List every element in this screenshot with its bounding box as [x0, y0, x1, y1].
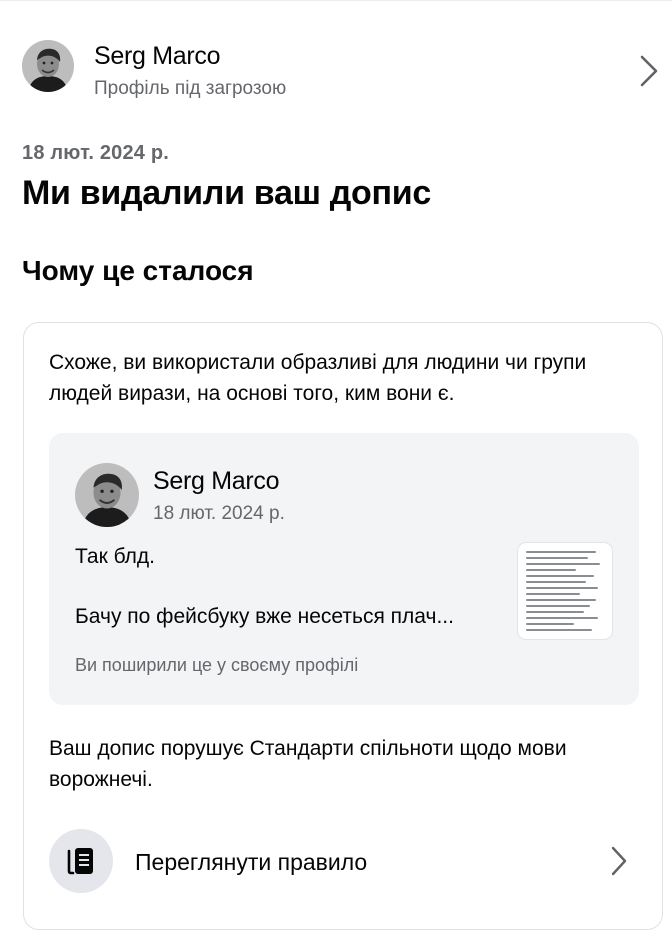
- profile-name: Serg Marco: [94, 42, 221, 70]
- reason-description: Схоже, ви використали образливі для люди…: [49, 351, 587, 405]
- post-author: Serg Marco: [153, 467, 280, 495]
- post-text-line2: Бачу по фейсбуку вже несеться плач...: [75, 605, 454, 628]
- reason-heading: Чому це сталося: [22, 255, 254, 286]
- notice-date: 18 лют. 2024 р.: [22, 142, 170, 164]
- page-title: Ми видалили ваш допис: [22, 174, 431, 212]
- post-text-line1: Так блд.: [75, 545, 156, 568]
- view-rule-label: Переглянути правило: [135, 849, 368, 875]
- avatar[interactable]: [22, 40, 74, 92]
- post-thumbnail: [518, 543, 612, 639]
- profile-status: Профіль під загрозою: [94, 78, 287, 99]
- view-rule-button[interactable]: Переглянути правило: [49, 827, 639, 895]
- profile-header[interactable]: Serg Marco Профіль під загрозою: [22, 40, 662, 99]
- violation-text: Ваш допис порушує Стандарти спільноти що…: [49, 737, 567, 791]
- reason-card: Схоже, ви використали образливі для люди…: [23, 322, 663, 930]
- chevron-right-icon: [611, 846, 627, 876]
- removed-post-preview[interactable]: Serg Marco 18 лют. 2024 р. Так блд. Бачу…: [49, 433, 639, 705]
- post-date: 18 лют. 2024 р.: [153, 503, 285, 524]
- post-avatar: [75, 463, 139, 527]
- shared-note: Ви поширили це у своєму профілі: [75, 655, 359, 675]
- chevron-right-icon[interactable]: [638, 54, 660, 88]
- top-divider: [0, 0, 672, 1]
- document-stack-icon: [67, 848, 93, 875]
- rule-icon-circle: [49, 829, 113, 893]
